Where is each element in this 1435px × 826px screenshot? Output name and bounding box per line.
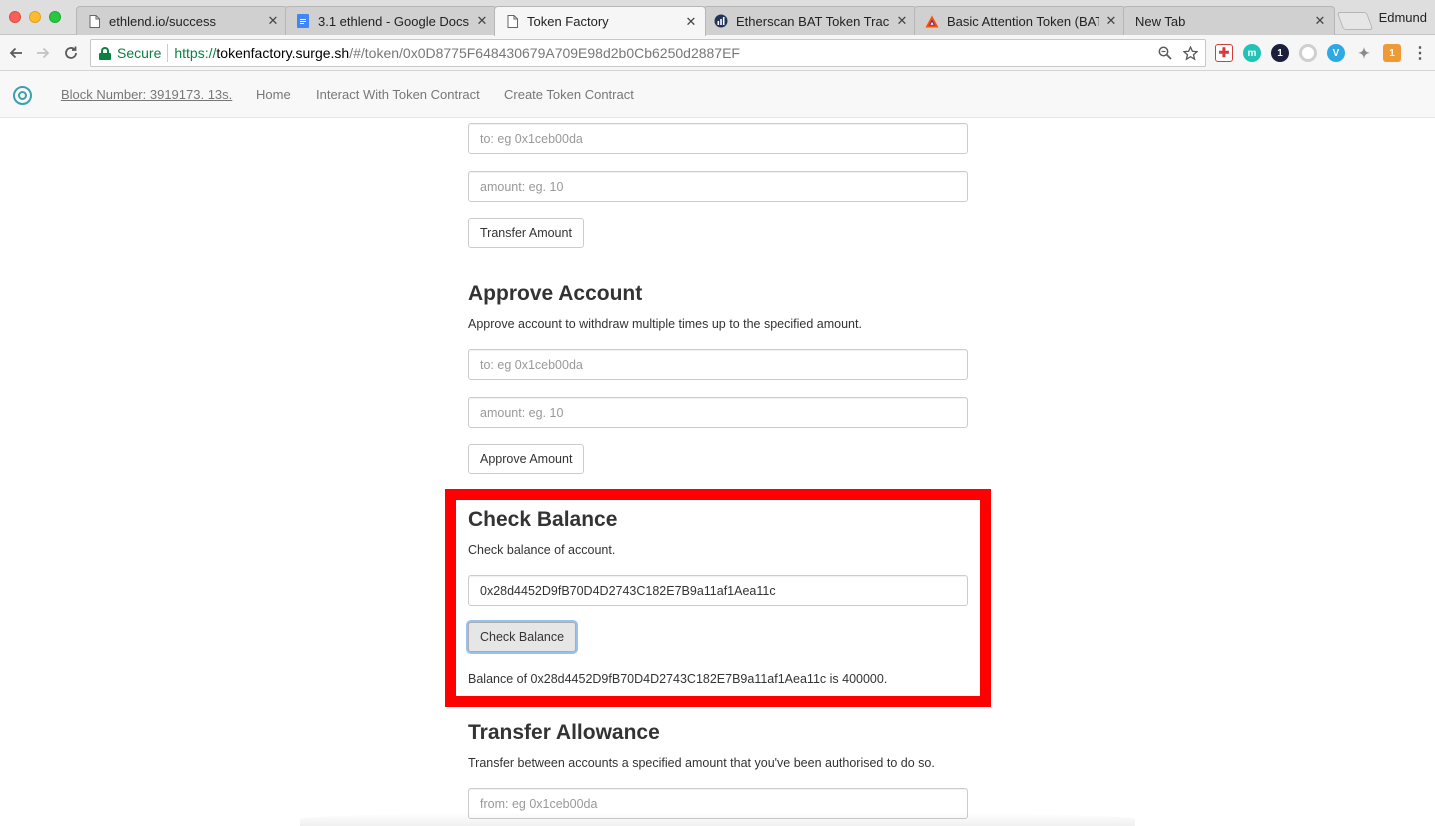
page-icon	[87, 14, 101, 28]
url-host: tokenfactory.surge.sh	[216, 45, 350, 61]
tab-title: New Tab	[1135, 13, 1186, 29]
close-icon[interactable]: ✕	[1314, 14, 1326, 27]
forward-arrow-icon[interactable]	[32, 42, 54, 64]
profile-name[interactable]: Edmund	[1379, 10, 1427, 25]
puzzle-extension-icon[interactable]: ✦	[1355, 44, 1373, 62]
tab-title: ethlend.io/success	[109, 13, 216, 29]
teal-m-extension-icon[interactable]: m	[1243, 44, 1261, 62]
secure-label: Secure	[117, 45, 162, 61]
tab-title: Basic Attention Token (BAT	[947, 13, 1099, 29]
transfer-allowance-description: Transfer between accounts a specified am…	[468, 756, 935, 770]
approve-amount-button[interactable]: Approve Amount	[468, 444, 585, 474]
window-close-button[interactable]	[9, 11, 21, 23]
new-tab-button[interactable]	[1336, 12, 1374, 30]
check-balance-address-input[interactable]	[468, 575, 968, 606]
site-navbar: Block Number: 3919173. 13s. Home Interac…	[0, 71, 1435, 118]
approve-account-description: Approve account to withdraw multiple tim…	[468, 317, 862, 331]
reload-icon[interactable]	[60, 42, 82, 64]
back-arrow-icon[interactable]	[5, 42, 27, 64]
browser-tab-google-docs[interactable]: 3.1 ethlend - Google Docs ✕	[285, 6, 497, 35]
window-zoom-button[interactable]	[49, 11, 61, 23]
check-balance-button[interactable]: Check Balance	[468, 622, 577, 652]
browser-tab-ethlend[interactable]: ethlend.io/success ✕	[76, 6, 288, 35]
close-icon[interactable]: ✕	[685, 15, 697, 28]
url-separator	[167, 44, 169, 62]
balance-result-text: Balance of 0x28d4452D9fB70D4D2743C182E7B…	[468, 672, 888, 686]
close-icon[interactable]: ✕	[267, 14, 279, 27]
approve-account-title: Approve Account	[468, 282, 643, 305]
bookmark-star-icon[interactable]	[1182, 45, 1198, 61]
url-path: /#/token/0x0D8775F648430679A709E98d2b0Cb…	[349, 45, 740, 61]
chrome-menu-icon[interactable]: ⋮	[1409, 42, 1431, 64]
transfer-amount-input[interactable]	[468, 171, 968, 202]
approve-to-input[interactable]	[468, 349, 968, 380]
nav-link-home[interactable]: Home	[256, 87, 291, 102]
metamask-extension-icon[interactable]: 1	[1383, 44, 1401, 62]
nav-link-interact-token-contract[interactable]: Interact With Token Contract	[316, 87, 480, 102]
nav-link-create-token-contract[interactable]: Create Token Contract	[504, 87, 634, 102]
transfer-allowance-title: Transfer Allowance	[468, 721, 660, 744]
tab-title: 3.1 ethlend - Google Docs	[318, 13, 470, 29]
block-number-link[interactable]: Block Number: 3919173. 13s.	[61, 87, 232, 102]
bat-triangle-icon	[925, 14, 939, 28]
close-icon[interactable]: ✕	[896, 14, 908, 27]
tab-title: Etherscan BAT Token Track	[736, 13, 890, 29]
address-bar[interactable]: Secure https://tokenfactory.surge.sh/#/t…	[90, 39, 1206, 67]
browser-tab-strip: ethlend.io/success ✕ 3.1 ethlend - Googl…	[0, 0, 1435, 36]
etherscan-icon	[714, 14, 728, 28]
browser-tab-etherscan[interactable]: Etherscan BAT Token Track ✕	[703, 6, 917, 35]
blue-v-extension-icon[interactable]: V	[1327, 44, 1345, 62]
page-icon	[505, 15, 519, 29]
browser-tab-new-tab[interactable]: New Tab ✕	[1123, 6, 1335, 35]
window-minimize-button[interactable]	[29, 11, 41, 23]
browser-toolbar: Secure https://tokenfactory.surge.sh/#/t…	[0, 35, 1435, 71]
url-scheme: https://	[174, 45, 217, 61]
browser-tab-basic-attention-token[interactable]: Basic Attention Token (BAT ✕	[914, 6, 1126, 35]
tab-title: Token Factory	[527, 14, 609, 29]
check-balance-description: Check balance of account.	[468, 543, 616, 557]
transfer-to-input[interactable]	[468, 123, 968, 154]
bottom-shadow	[300, 812, 1135, 826]
token-factory-logo-icon[interactable]	[13, 86, 32, 105]
approve-amount-input[interactable]	[468, 397, 968, 428]
google-docs-icon	[296, 14, 310, 28]
lock-icon	[99, 46, 111, 60]
one-extension-icon[interactable]: 1	[1271, 44, 1289, 62]
grey-ring-extension-icon[interactable]	[1299, 44, 1317, 62]
browser-tab-token-factory[interactable]: Token Factory ✕	[494, 6, 706, 36]
red-cross-extension-icon[interactable]: ✚	[1215, 44, 1233, 62]
close-icon[interactable]: ✕	[1105, 14, 1117, 27]
transfer-amount-button[interactable]: Transfer Amount	[468, 218, 584, 248]
close-icon[interactable]: ✕	[476, 14, 488, 27]
zoom-icon[interactable]	[1157, 45, 1173, 61]
check-balance-title: Check Balance	[468, 508, 618, 531]
